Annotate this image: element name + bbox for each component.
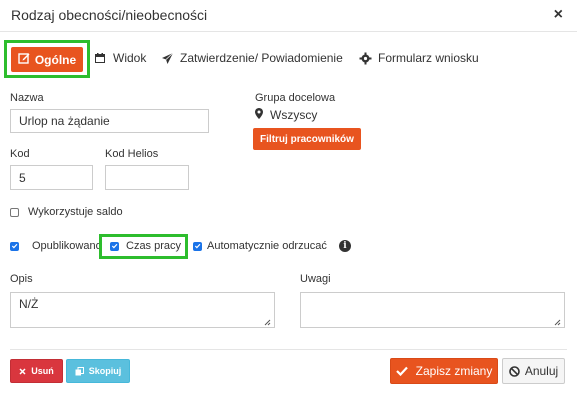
resize-grip-icon[interactable]	[553, 318, 561, 326]
copy-button[interactable]: Skopiuj	[66, 359, 130, 383]
tab-formularz[interactable]: Formularz wniosku	[358, 51, 479, 65]
calendar-icon	[93, 51, 107, 65]
tab-zatwierdzenie[interactable]: Zatwierdzenie/ Powiadomienie	[160, 51, 343, 65]
check-icon	[395, 366, 408, 376]
target-group-label: Grupa docelowa	[255, 92, 336, 104]
tab-label: Formularz wniosku	[378, 51, 479, 65]
filter-employees-button[interactable]: Filtruj pracowników	[253, 128, 361, 150]
dialog-header: Rodzaj obecności/nieobecności ×	[0, 0, 577, 32]
close-button[interactable]: ×	[554, 6, 563, 24]
auto-reject-checkbox[interactable]: Automatycznie odrzucać	[193, 240, 327, 252]
checkbox-box[interactable]	[110, 241, 119, 251]
delete-button[interactable]: Usuń	[10, 359, 63, 383]
code-input[interactable]	[10, 165, 93, 190]
tab-label: Zatwierdzenie/ Powiadomienie	[180, 51, 343, 65]
save-button[interactable]: Zapisz zmiany	[390, 358, 498, 384]
dialog: Rodzaj obecności/nieobecności × Ogólne W…	[0, 0, 577, 395]
delete-label: Usuń	[31, 366, 54, 376]
description-label: Opis	[10, 273, 33, 285]
tab-widok[interactable]: Widok	[93, 51, 146, 65]
checkbox-box[interactable]	[10, 207, 19, 217]
checkbox-box[interactable]	[10, 241, 19, 251]
edit-icon	[18, 52, 30, 67]
uses-balance-checkbox[interactable]: Wykorzystuje saldo	[10, 206, 123, 218]
published-label: Opublikowano	[32, 240, 102, 252]
target-group-text: Wszyscy	[270, 108, 318, 122]
gear-icon	[358, 51, 372, 65]
notes-textarea[interactable]	[300, 292, 565, 328]
target-group-value: Wszyscy	[255, 108, 317, 122]
code-label: Kod	[10, 148, 30, 160]
footer-divider	[10, 349, 567, 350]
work-time-label: Czas pracy	[126, 240, 182, 252]
helios-code-label: Kod Helios	[105, 148, 159, 160]
send-icon	[160, 51, 174, 65]
cancel-label: Anuluj	[524, 364, 559, 378]
ban-icon	[509, 365, 520, 377]
save-label: Zapisz zmiany	[415, 364, 493, 378]
copy-icon	[75, 366, 84, 376]
checkbox-box[interactable]	[193, 241, 202, 251]
description-textarea[interactable]: N/Ż	[10, 292, 275, 328]
tab-bar: Ogólne Widok Zatwierdzenie/ Powiadomieni…	[0, 40, 577, 80]
dialog-title: Rodzaj obecności/nieobecności	[11, 7, 208, 23]
copy-label: Skopiuj	[88, 366, 122, 376]
tab-label: Ogólne	[34, 52, 77, 67]
tab-label: Widok	[113, 51, 147, 65]
map-marker-icon	[255, 108, 263, 122]
helios-code-input[interactable]	[105, 165, 189, 190]
cancel-button[interactable]: Anuluj	[502, 358, 565, 384]
name-label: Nazwa	[10, 92, 44, 104]
auto-reject-label: Automatycznie odrzucać	[207, 240, 327, 252]
work-time-checkbox[interactable]: Czas pracy	[110, 240, 181, 252]
name-input[interactable]	[10, 109, 209, 133]
active-tab-highlight: Ogólne	[4, 40, 90, 78]
resize-grip-icon[interactable]	[263, 318, 271, 326]
close-icon	[19, 367, 26, 375]
uses-balance-label: Wykorzystuje saldo	[28, 206, 123, 218]
info-icon[interactable]: i	[339, 240, 351, 252]
tab-ogolne[interactable]: Ogólne	[11, 47, 83, 72]
published-checkbox[interactable]: Opublikowano	[10, 240, 102, 252]
notes-label: Uwagi	[300, 273, 331, 285]
